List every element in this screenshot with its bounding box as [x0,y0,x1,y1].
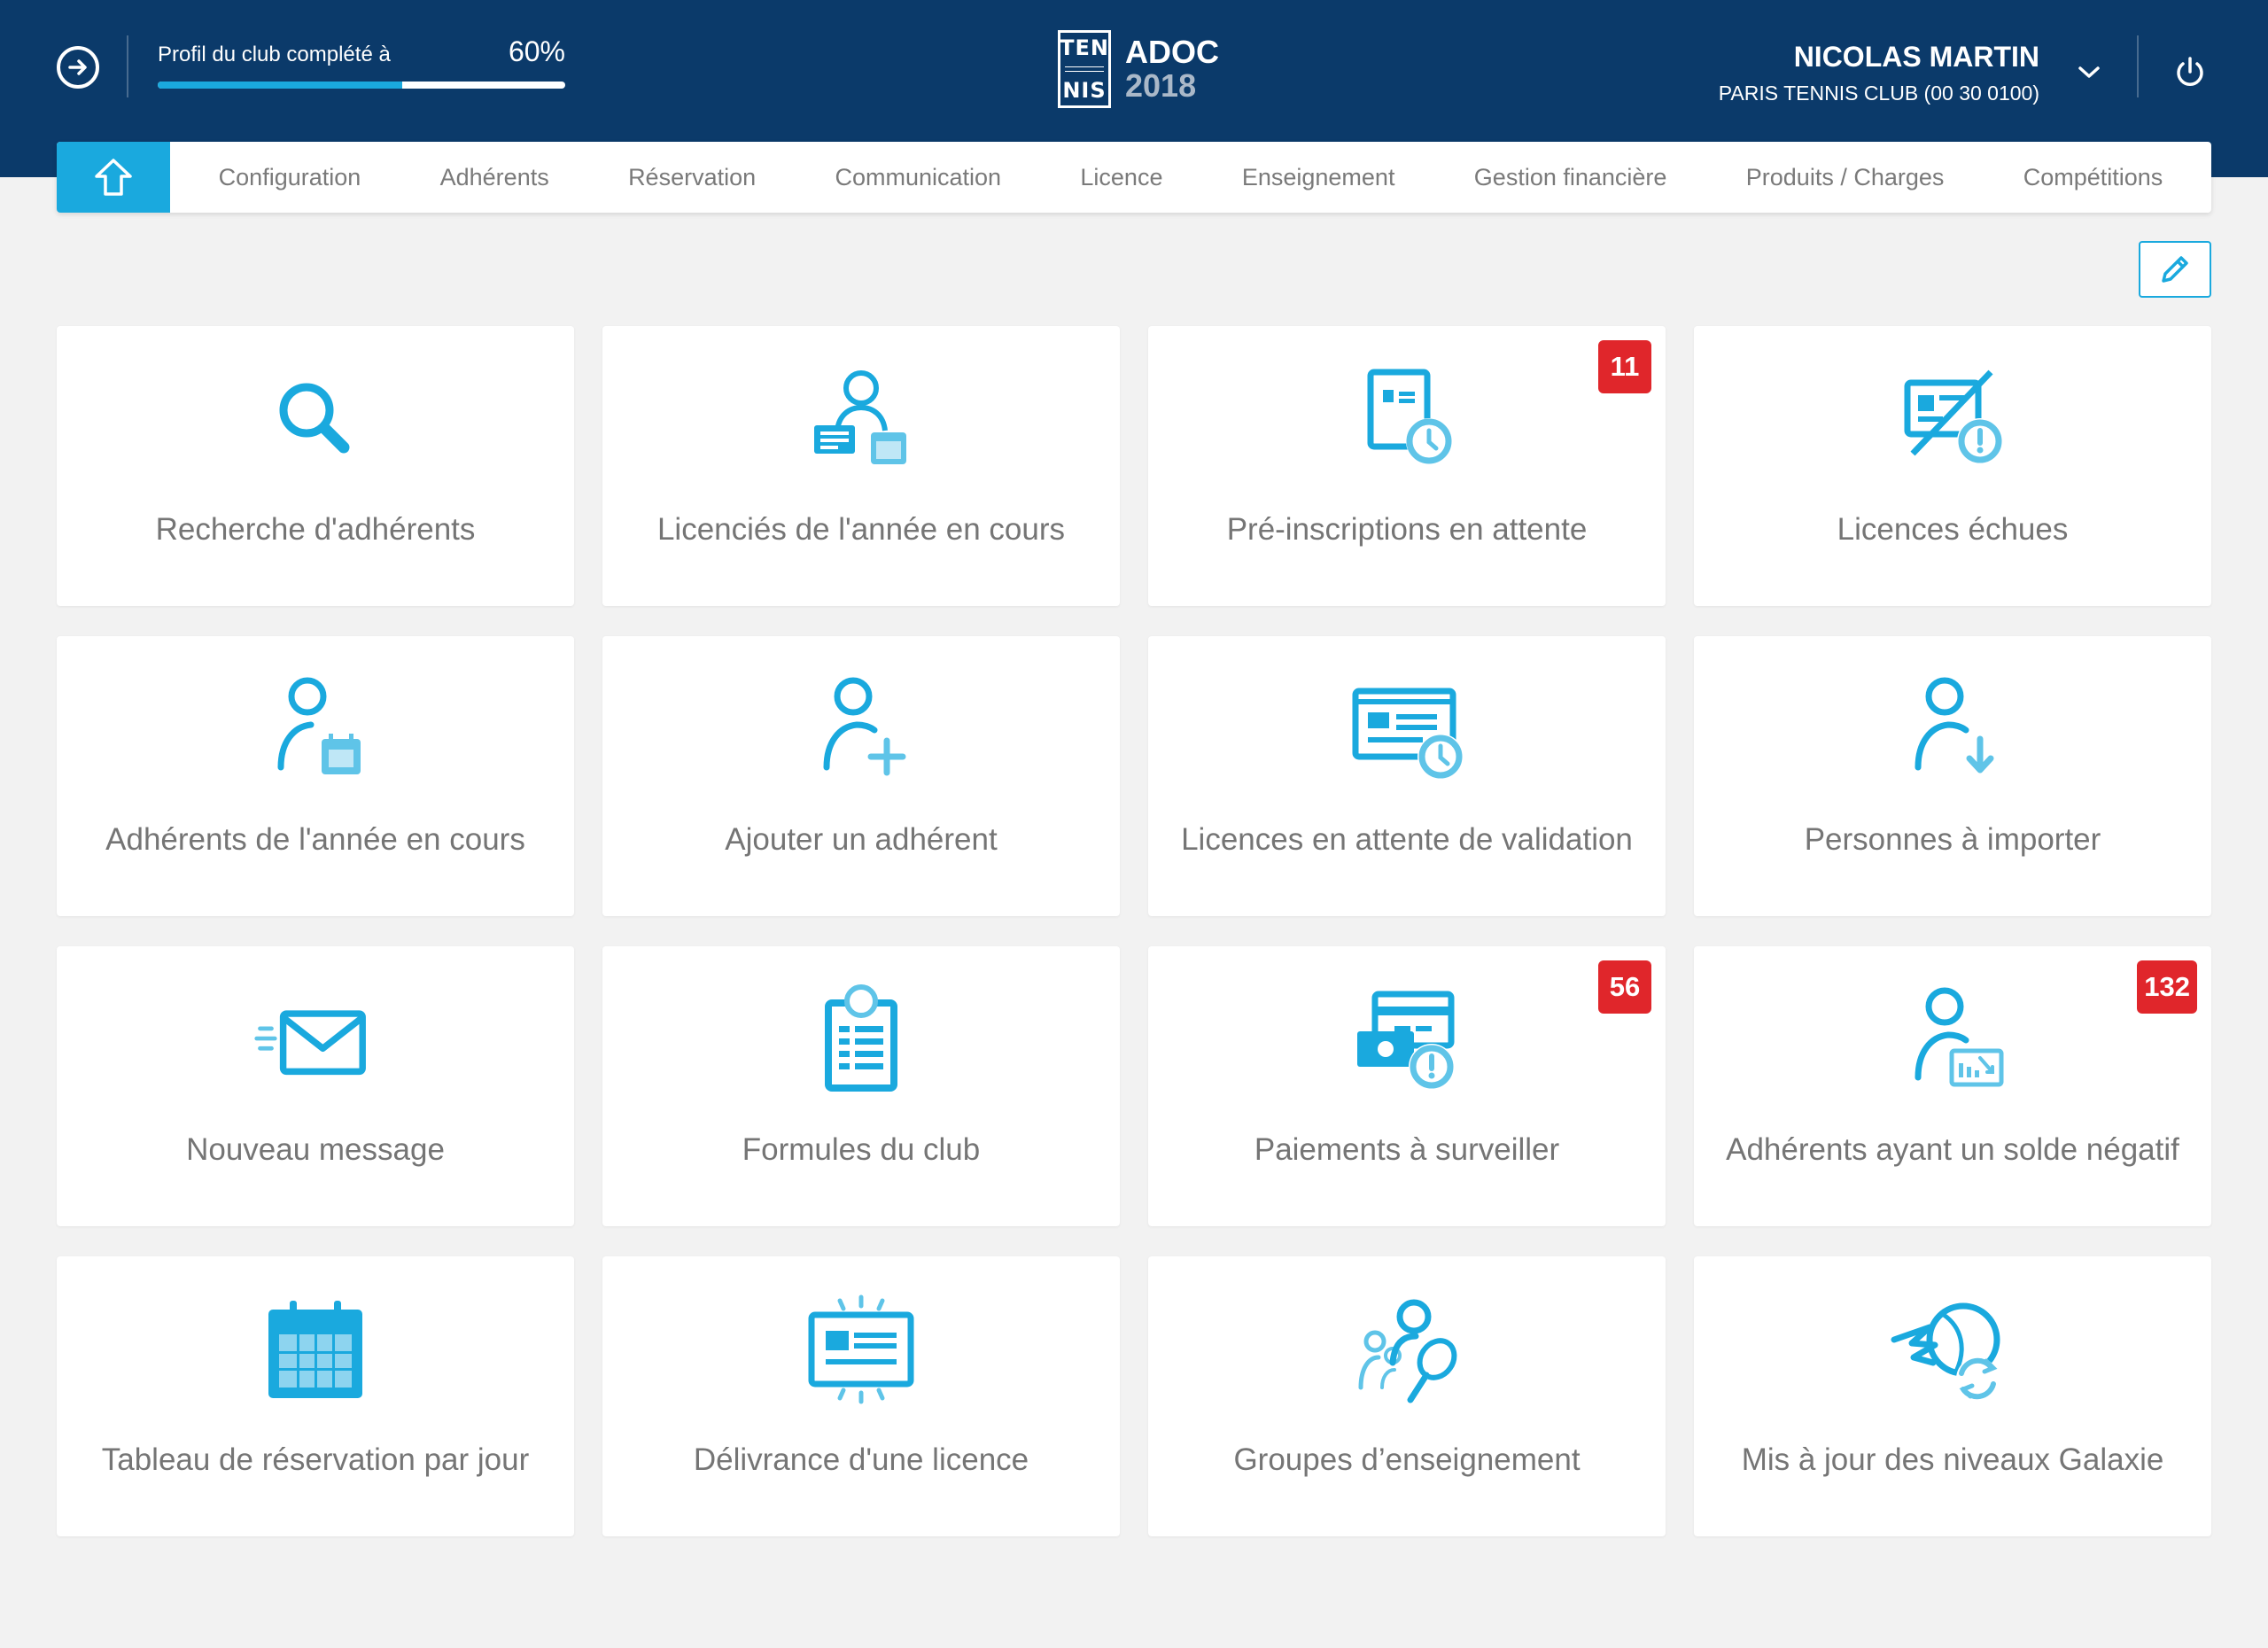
tile-paiements-surveiller[interactable]: 56 Paiements à surveiller [1148,946,1666,1226]
logout-button[interactable] [2169,51,2211,94]
calendar-icon [253,1292,377,1407]
nav-item-gestion-financiere[interactable]: Gestion financière [1474,164,1667,191]
arrow-right-icon [68,59,87,75]
header-divider [127,35,128,97]
tile-label: Recherche d'adhérents [155,512,476,547]
teaching-group-icon [1345,1292,1469,1407]
tile-groupes-enseignement[interactable]: Groupes d’enseignement [1148,1256,1666,1536]
power-icon [2177,57,2203,86]
logo-mark-top: TEN [1060,35,1109,60]
main-nav: Configuration Adhérents Réservation Comm… [57,142,2211,213]
tile-label: Pré-inscriptions en attente [1226,512,1588,547]
profile-completion-label: Profil du club complété à [158,43,391,66]
import-user-icon [1891,672,2015,787]
licence-pending-icon [1345,672,1469,787]
nav-item-configuration[interactable]: Configuration [219,164,361,191]
logo-mark-divider [1065,66,1104,72]
header-divider [2137,35,2139,97]
tile-adherents-annee[interactable]: Adhérents de l'année en cours [57,636,574,916]
app-title: ADOC [1125,34,1219,70]
chevron-down-icon [2078,66,2100,78]
pending-preregistration-icon [1345,361,1469,477]
tile-adherents-solde-negatif[interactable]: 132 Adhérents ayant un solde négatif [1694,946,2211,1226]
logo-mark-bottom: NIS [1062,78,1107,103]
licence-card-icon [799,1292,923,1407]
tile-recherche-adherents[interactable]: Recherche d'adhérents [57,326,574,606]
profile-progress-fill [158,82,402,89]
nav-item-produits-charges[interactable]: Produits / Charges [1746,164,1945,191]
user-menu-toggle[interactable] [2071,55,2107,90]
tile-formules-club[interactable]: Formules du club [602,946,1120,1226]
app-logo: TEN NIS ADOC 2018 [1058,30,1219,108]
nav-item-communication[interactable]: Communication [835,164,1001,191]
notification-badge: 56 [1598,960,1651,1014]
tile-licences-attente-validation[interactable]: Licences en attente de validation [1148,636,1666,916]
envelope-icon [253,982,377,1097]
member-calendar-icon [253,672,377,787]
tile-label: Paiements à surveiller [1254,1132,1560,1167]
user-name: NICOLAS MARTIN [1793,41,2039,73]
tile-nouveau-message[interactable]: Nouveau message [57,946,574,1226]
tile-licences-echues[interactable]: Licences échues [1694,326,2211,606]
nav-item-licence[interactable]: Licence [1080,164,1162,191]
nav-home-button[interactable] [57,142,170,213]
home-icon [95,159,132,196]
tile-niveaux-galaxie[interactable]: Mis à jour des niveaux Galaxie [1694,1256,2211,1536]
tile-label: Licences échues [1837,512,2069,547]
nav-item-adherents[interactable]: Adhérents [440,164,549,191]
exit-button[interactable] [57,46,99,89]
tile-label: Délivrance d'une licence [693,1442,1029,1477]
pencil-icon [2162,256,2188,283]
tile-label: Groupes d’enseignement [1233,1442,1581,1477]
tile-label: Licences en attente de validation [1181,822,1633,857]
notification-badge: 132 [2137,960,2197,1014]
tile-label: Licenciés de l'année en cours [656,512,1066,547]
payment-alert-icon [1345,982,1469,1097]
notification-badge: 11 [1598,340,1651,393]
profile-progress-bar [158,82,565,89]
profile-completion-percent: 60% [508,35,565,67]
edit-dashboard-button[interactable] [2139,241,2211,298]
tile-label: Ajouter un adhérent [725,822,998,857]
tile-delivrance-licence[interactable]: Délivrance d'une licence [602,1256,1120,1536]
galaxie-update-icon [1891,1292,2015,1407]
tile-label: Mis à jour des niveaux Galaxie [1741,1442,2164,1477]
nav-item-competitions[interactable]: Compétitions [2023,164,2163,191]
expired-licence-icon [1891,361,2015,477]
tile-personnes-importer[interactable]: Personnes à importer [1694,636,2211,916]
nav-item-reservation[interactable]: Réservation [628,164,756,191]
tile-label: Formules du club [742,1132,981,1167]
tile-label: Nouveau message [186,1132,445,1167]
app-year: 2018 [1125,67,1197,104]
tile-tableau-reservation[interactable]: Tableau de réservation par jour [57,1256,574,1536]
nav-item-enseignement[interactable]: Enseignement [1242,164,1395,191]
fft-tennis-logo: TEN NIS [1058,30,1111,108]
tile-licencies-annee[interactable]: Licenciés de l'année en cours [602,326,1120,606]
user-club: PARIS TENNIS CLUB (00 30 0100) [1718,82,2039,105]
tile-pre-inscriptions[interactable]: 11 Pré-inscriptions en attente [1148,326,1666,606]
clipboard-icon [799,982,923,1097]
search-icon [253,361,377,477]
dashboard-grid: Recherche d'adhérents Licenciés de l'ann… [57,326,2211,1536]
add-user-icon [799,672,923,787]
tile-ajouter-adherent[interactable]: Ajouter un adhérent [602,636,1120,916]
tile-label: Adhérents ayant un solde négatif [1726,1132,2179,1167]
tile-label: Adhérents de l'année en cours [105,822,525,857]
tile-label: Personnes à importer [1804,822,2101,857]
tile-label: Tableau de réservation par jour [101,1442,530,1477]
negative-balance-icon [1891,982,2015,1097]
licensed-members-icon [799,361,923,477]
